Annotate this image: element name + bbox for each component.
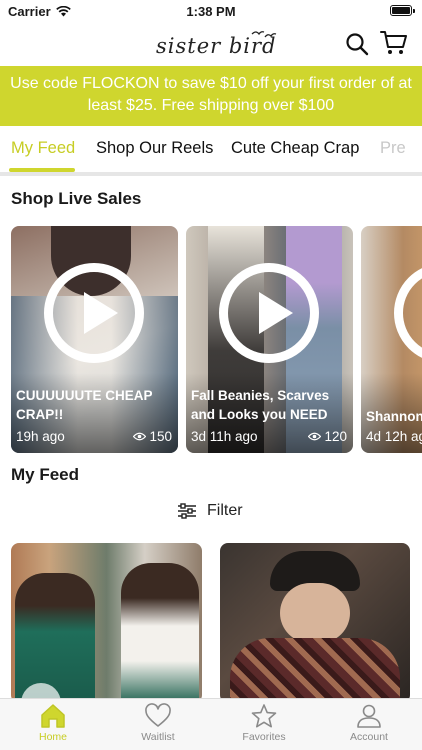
promo-text: Use code FLOCKON to save $10 off your fi… xyxy=(10,75,412,114)
feed-thumbnail-face xyxy=(280,583,350,643)
play-button[interactable] xyxy=(44,263,144,363)
nav-favorites-label: Favorites xyxy=(242,731,286,743)
active-tab-indicator xyxy=(9,168,75,172)
play-button[interactable] xyxy=(394,263,422,363)
live-sale-meta: 4d 12h ag xyxy=(366,429,422,444)
brand-logo[interactable]: sister bird xyxy=(150,28,290,62)
battery-icon xyxy=(390,5,415,16)
sliders-icon xyxy=(178,503,196,519)
filter-label: Filter xyxy=(207,502,243,519)
feed-item[interactable] xyxy=(11,543,202,703)
view-count: 150 xyxy=(133,429,172,444)
cart-icon[interactable] xyxy=(380,30,408,56)
app-header: sister bird xyxy=(0,22,422,66)
live-sale-card[interactable]: Shannon 4d 12h ag xyxy=(361,226,422,453)
live-sale-caption: Shannon xyxy=(366,409,422,424)
status-bar: Carrier 1:38 PM xyxy=(0,0,422,22)
feed-thumbnail-right xyxy=(121,563,199,703)
home-icon xyxy=(41,704,65,728)
category-tabs: My Feed Shop Our Reels Cute Cheap Crap P… xyxy=(0,126,422,176)
view-count: 120 xyxy=(308,429,347,444)
heart-icon xyxy=(145,703,171,727)
feed-item[interactable] xyxy=(220,543,410,703)
live-sale-age: 3d 11h ago xyxy=(191,429,258,444)
play-button[interactable] xyxy=(219,263,319,363)
tab-my-feed[interactable]: My Feed xyxy=(11,139,75,158)
tab-pre[interactable]: Pre xyxy=(380,139,406,158)
nav-favorites[interactable]: Favorites xyxy=(224,703,304,743)
live-sale-meta: 19h ago 150 xyxy=(16,429,172,444)
nav-home[interactable]: Home xyxy=(13,703,93,743)
nav-home-label: Home xyxy=(38,731,67,743)
clock: 1:38 PM xyxy=(186,4,236,19)
live-sale-card[interactable]: CUUUUUUTE CHEAP CRAP!! 19h ago 150 xyxy=(11,226,178,453)
person-icon xyxy=(357,704,381,728)
promo-banner[interactable]: Use code FLOCKON to save $10 off your fi… xyxy=(0,66,422,126)
live-sale-age: 19h ago xyxy=(16,429,65,444)
search-icon[interactable] xyxy=(345,32,369,56)
star-icon xyxy=(251,704,277,728)
feed-thumbnail-top xyxy=(230,638,400,703)
live-sale-age: 4d 12h ag xyxy=(366,429,422,444)
view-count-value: 120 xyxy=(324,429,347,444)
feed-title: My Feed xyxy=(11,465,80,484)
live-sales-carousel[interactable]: CUUUUUUTE CHEAP CRAP!! 19h ago 150 Fall … xyxy=(0,226,422,454)
tab-cute-cheap-crap[interactable]: Cute Cheap Crap xyxy=(231,139,359,158)
live-sale-caption: Fall Beanies, Scarves and Looks you NEED xyxy=(191,388,330,422)
feed-thumbnail-left xyxy=(15,573,95,703)
live-sale-caption: CUUUUUUTE CHEAP CRAP!! xyxy=(16,388,153,422)
nav-account-label: Account xyxy=(350,731,388,743)
nav-waitlist-label: Waitlist xyxy=(141,731,175,743)
live-sales-title: Shop Live Sales xyxy=(11,189,142,208)
bottom-tab-bar: Home Waitlist Favorites Account xyxy=(0,698,422,750)
eye-icon xyxy=(133,432,147,441)
eye-icon xyxy=(308,432,322,441)
filter-button[interactable]: Filter xyxy=(177,502,243,520)
bird-icon xyxy=(251,31,277,38)
nav-waitlist[interactable]: Waitlist xyxy=(118,703,198,743)
nav-account[interactable]: Account xyxy=(329,703,409,743)
view-count-value: 150 xyxy=(149,429,172,444)
tab-shop-our-reels[interactable]: Shop Our Reels xyxy=(96,139,213,158)
live-sale-card[interactable]: Fall Beanies, Scarves and Looks you NEED… xyxy=(186,226,353,453)
live-sale-meta: 3d 11h ago 120 xyxy=(191,429,347,444)
